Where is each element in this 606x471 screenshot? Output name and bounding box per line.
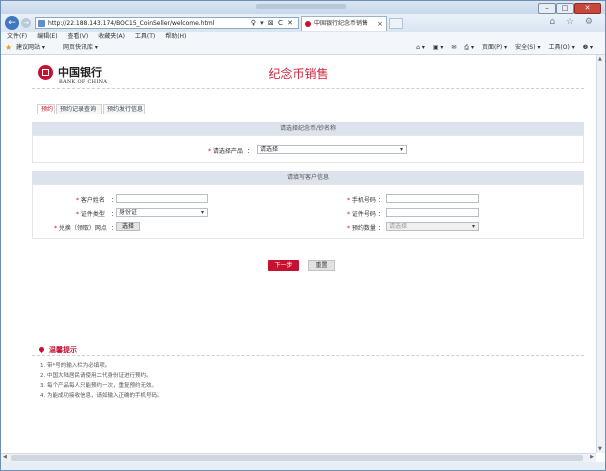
product-label: * 请选择产品 xyxy=(208,148,243,155)
id-type-select[interactable]: 身份证 ▾ xyxy=(116,208,208,217)
home-icon[interactable]: ⌂ ▾ xyxy=(416,44,425,51)
scroll-up-icon[interactable]: ▲ xyxy=(598,56,602,62)
tab-reservation-records[interactable]: 预约记录查询 xyxy=(56,104,102,114)
colon: ： xyxy=(378,211,385,218)
tips-title: 温馨提示 xyxy=(49,346,77,354)
scroll-left-icon[interactable]: ◀ xyxy=(3,454,7,460)
header-divider xyxy=(32,88,584,90)
menu-tools[interactable]: 工具(T) xyxy=(135,33,155,40)
tip-item: 1. 带*号的输入栏为必填项。 xyxy=(40,363,111,369)
address-tools[interactable]: ♀ ▾ ⊠ C ✕ xyxy=(251,18,294,28)
forward-button[interactable]: → xyxy=(21,18,31,28)
customer-name-input[interactable] xyxy=(116,194,208,203)
section-customer-body: * 客户姓名 ： * 证件类型 ： 身份证 ▾ * 兑换（领取）网点 ： 选择 … xyxy=(32,184,584,239)
colon: ： xyxy=(378,225,385,232)
tab-title: 中国银行纪念币销售 xyxy=(314,20,369,27)
window-title xyxy=(256,4,346,9)
select-branch-button[interactable]: 选择 xyxy=(116,222,140,231)
scrollbar-thumb[interactable] xyxy=(11,455,583,461)
tab-issue-info[interactable]: 预约发行信息 xyxy=(103,104,145,114)
id-number-input[interactable] xyxy=(386,208,479,217)
feeds-icon[interactable]: ▣ ▾ xyxy=(433,44,444,51)
chevron-down-icon: ▾ xyxy=(399,146,403,153)
customer-name-label: * 客户姓名 xyxy=(76,197,105,204)
colon: ： xyxy=(247,148,254,155)
reset-button[interactable]: 重置 xyxy=(308,260,335,271)
menu-file[interactable]: 文件(F) xyxy=(7,33,27,40)
menu-view[interactable]: 查看(V) xyxy=(67,33,88,40)
phone-input[interactable] xyxy=(386,194,479,203)
id-type-label: * 证件类型 xyxy=(76,211,105,218)
minimize-button[interactable]: – xyxy=(538,3,556,14)
colon: ： xyxy=(378,197,385,204)
horizontal-scrollbar[interactable]: ◀ ▶ xyxy=(1,453,596,462)
scroll-down-icon[interactable]: ▼ xyxy=(598,446,602,452)
section-coin-body: * 请选择产品 ： 请选择 ▾ xyxy=(32,135,584,163)
status-bar xyxy=(1,462,605,470)
back-button[interactable]: ← xyxy=(5,16,19,30)
tip-item: 2. 中国大陆居民请使用二代身份证进行预约。 xyxy=(40,373,152,379)
location-pin-icon xyxy=(37,345,46,354)
menu-edit[interactable]: 编辑(E) xyxy=(37,33,57,40)
phone-label: * 手机号码 xyxy=(347,197,376,204)
fav-suggested-sites[interactable]: 建议网站 ▾ xyxy=(16,41,45,54)
id-number-label: * 证件号码 xyxy=(347,211,376,218)
tip-item: 3. 每个产品每人只能预约一次，重复预约无效。 xyxy=(40,383,157,389)
quantity-label: * 预约数量 xyxy=(347,225,376,232)
tip-item: 4. 为能成功接收信息，请如输入正确的手机号码。 xyxy=(40,393,163,399)
chevron-down-icon: ▾ xyxy=(200,209,204,216)
browser-tab[interactable]: 中国银行纪念币销售 × xyxy=(301,16,387,31)
print-icon[interactable]: ⎙ ▾ xyxy=(464,44,474,51)
menu-bar: 文件(F) 编辑(E) 查看(V) 收藏夹(A) 工具(T) 帮助(H) xyxy=(1,32,605,41)
maximize-button[interactable]: □ xyxy=(556,3,574,14)
tips-divider xyxy=(32,355,584,357)
quantity-select[interactable]: 请选择 ▾ xyxy=(386,222,479,231)
section-customer-heading: 请填写客户信息 xyxy=(32,171,584,184)
favorites-bar: ★ 建议网站 ▾ 网页快讯库 ▾ ⌂ ▾ ▣ ▾ ✉ ⎙ ▾ 页面(P) ▾ 安… xyxy=(1,41,605,55)
navigation-bar: ← → http://22.188.143.174/BOC15_CoinSell… xyxy=(1,14,605,32)
title-bar: – □ ✕ xyxy=(1,1,605,14)
product-select-value: 请选择 xyxy=(260,146,279,153)
safety-menu[interactable]: 安全(S) ▾ xyxy=(515,44,540,51)
id-type-value: 身份证 xyxy=(119,209,138,216)
quantity-placeholder: 请选择 xyxy=(389,223,408,230)
tools-menu[interactable]: 工具(O) ▾ xyxy=(548,44,574,51)
tab-close-icon[interactable]: × xyxy=(377,17,383,31)
fav-web-slice-gallery[interactable]: 网页快讯库 ▾ xyxy=(63,41,98,54)
browser-right-icons[interactable]: ⌂ ☆ ⚙ xyxy=(549,17,597,27)
address-url: http://22.188.143.174/BOC15_CoinSeller/w… xyxy=(48,20,215,27)
section-coin-heading: 请选择纪念币/钞名称 xyxy=(32,122,584,135)
new-tab-button[interactable] xyxy=(389,18,403,29)
help-icon[interactable]: ❷ ▾ xyxy=(583,44,593,51)
chevron-down-icon: ▾ xyxy=(471,223,475,230)
vertical-scrollbar[interactable]: ▲ ▼ xyxy=(596,55,605,453)
page-menu[interactable]: 页面(P) ▾ xyxy=(482,44,507,51)
scroll-right-icon[interactable]: ▶ xyxy=(590,454,594,460)
address-bar[interactable]: http://22.188.143.174/BOC15_CoinSeller/w… xyxy=(35,17,299,29)
product-select[interactable]: 请选择 ▾ xyxy=(257,145,407,154)
exchange-branch-label: * 兑换（领取）网点 xyxy=(54,225,107,232)
menu-favorites[interactable]: 收藏夹(A) xyxy=(98,33,125,40)
page-content: 中国银行 BANK OF CHINA 纪念币销售 预约 预约记录查询 预约发行信… xyxy=(1,55,596,453)
command-bar: ⌂ ▾ ▣ ▾ ✉ ⎙ ▾ 页面(P) ▾ 安全(S) ▾ 工具(O) ▾ ❷ … xyxy=(410,41,593,54)
favorites-star-icon[interactable]: ★ xyxy=(5,41,12,54)
page-title: 纪念币销售 xyxy=(268,67,329,81)
page-icon xyxy=(38,20,45,27)
mail-icon[interactable]: ✉ xyxy=(451,44,456,51)
boc-favicon-icon xyxy=(305,21,311,27)
tab-reserve[interactable]: 预约 xyxy=(37,104,55,114)
next-step-button[interactable]: 下一步 xyxy=(268,260,299,271)
menu-help[interactable]: 帮助(H) xyxy=(165,33,186,40)
close-window-button[interactable]: ✕ xyxy=(574,3,601,14)
